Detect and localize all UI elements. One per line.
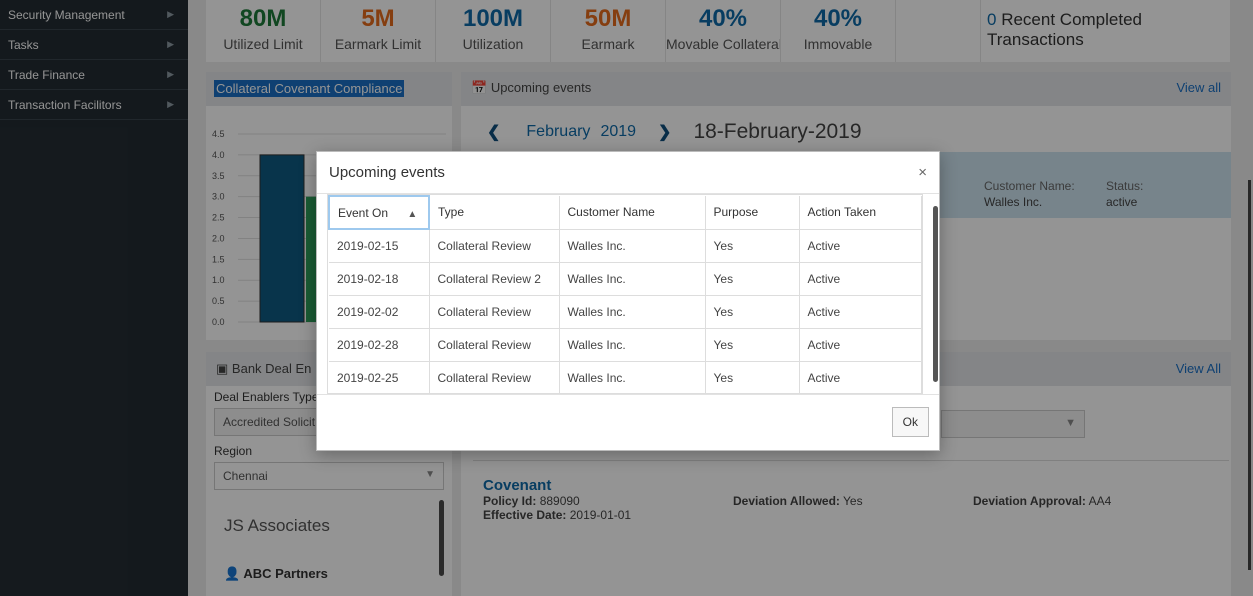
cell-purpose: Yes bbox=[705, 361, 800, 393]
table-header-row: Event On ▲ Type Customer Name Purpose Ac… bbox=[328, 195, 922, 230]
column-header-purpose[interactable]: Purpose bbox=[705, 196, 800, 230]
cell-event-on: 2019-02-18 bbox=[329, 262, 430, 296]
events-table-body: 2019-02-15 Collateral Review Walles Inc.… bbox=[329, 229, 922, 393]
cell-type: Collateral Review bbox=[429, 295, 560, 329]
column-header-type[interactable]: Type bbox=[429, 196, 560, 230]
sort-ascending-icon: ▲ bbox=[407, 208, 418, 220]
cell-customer-name: Walles Inc. bbox=[559, 328, 706, 362]
cell-action-taken: Active bbox=[799, 328, 922, 362]
dialog-footer: Ok bbox=[317, 394, 939, 450]
table-row[interactable]: 2019-02-15 Collateral Review Walles Inc.… bbox=[329, 229, 922, 263]
cell-event-on: 2019-02-15 bbox=[329, 229, 430, 263]
cell-purpose: Yes bbox=[705, 229, 800, 263]
column-header-label: Event On bbox=[338, 205, 389, 220]
cell-event-on: 2019-02-02 bbox=[329, 295, 430, 329]
cell-customer-name: Walles Inc. bbox=[559, 361, 706, 393]
cell-type: Collateral Review bbox=[429, 361, 560, 393]
events-table-wrap: Event On ▲ Type Customer Name Purpose Ac… bbox=[327, 194, 923, 394]
cell-customer-name: Walles Inc. bbox=[559, 229, 706, 263]
column-header-event-on[interactable]: Event On ▲ bbox=[328, 195, 430, 230]
dialog-title: Upcoming events bbox=[329, 164, 445, 181]
close-icon[interactable]: × bbox=[918, 164, 927, 181]
cell-purpose: Yes bbox=[705, 262, 800, 296]
cell-customer-name: Walles Inc. bbox=[559, 262, 706, 296]
cell-type: Collateral Review bbox=[429, 328, 560, 362]
cell-event-on: 2019-02-25 bbox=[329, 361, 430, 393]
cell-event-on: 2019-02-28 bbox=[329, 328, 430, 362]
dialog-scrollbar[interactable] bbox=[933, 206, 938, 382]
cell-customer-name: Walles Inc. bbox=[559, 295, 706, 329]
table-row[interactable]: 2019-02-28 Collateral Review Walles Inc.… bbox=[329, 328, 922, 362]
cell-action-taken: Active bbox=[799, 361, 922, 393]
events-table: Event On ▲ Type Customer Name Purpose Ac… bbox=[328, 195, 922, 393]
dialog-header: Upcoming events × bbox=[317, 152, 939, 194]
cell-action-taken: Active bbox=[799, 262, 922, 296]
table-row[interactable]: 2019-02-02 Collateral Review Walles Inc.… bbox=[329, 295, 922, 329]
cell-purpose: Yes bbox=[705, 328, 800, 362]
cell-type: Collateral Review 2 bbox=[429, 262, 560, 296]
cell-action-taken: Active bbox=[799, 229, 922, 263]
column-header-customer-name[interactable]: Customer Name bbox=[559, 196, 706, 230]
upcoming-events-dialog: Upcoming events × Event On ▲ Type Custom… bbox=[316, 151, 940, 451]
table-row[interactable]: 2019-02-18 Collateral Review 2 Walles In… bbox=[329, 262, 922, 296]
table-row[interactable]: 2019-02-25 Collateral Review Walles Inc.… bbox=[329, 361, 922, 393]
ok-button[interactable]: Ok bbox=[891, 407, 929, 437]
cell-purpose: Yes bbox=[705, 295, 800, 329]
cell-action-taken: Active bbox=[799, 295, 922, 329]
cell-type: Collateral Review bbox=[429, 229, 560, 263]
column-header-action-taken[interactable]: Action Taken bbox=[799, 196, 922, 230]
